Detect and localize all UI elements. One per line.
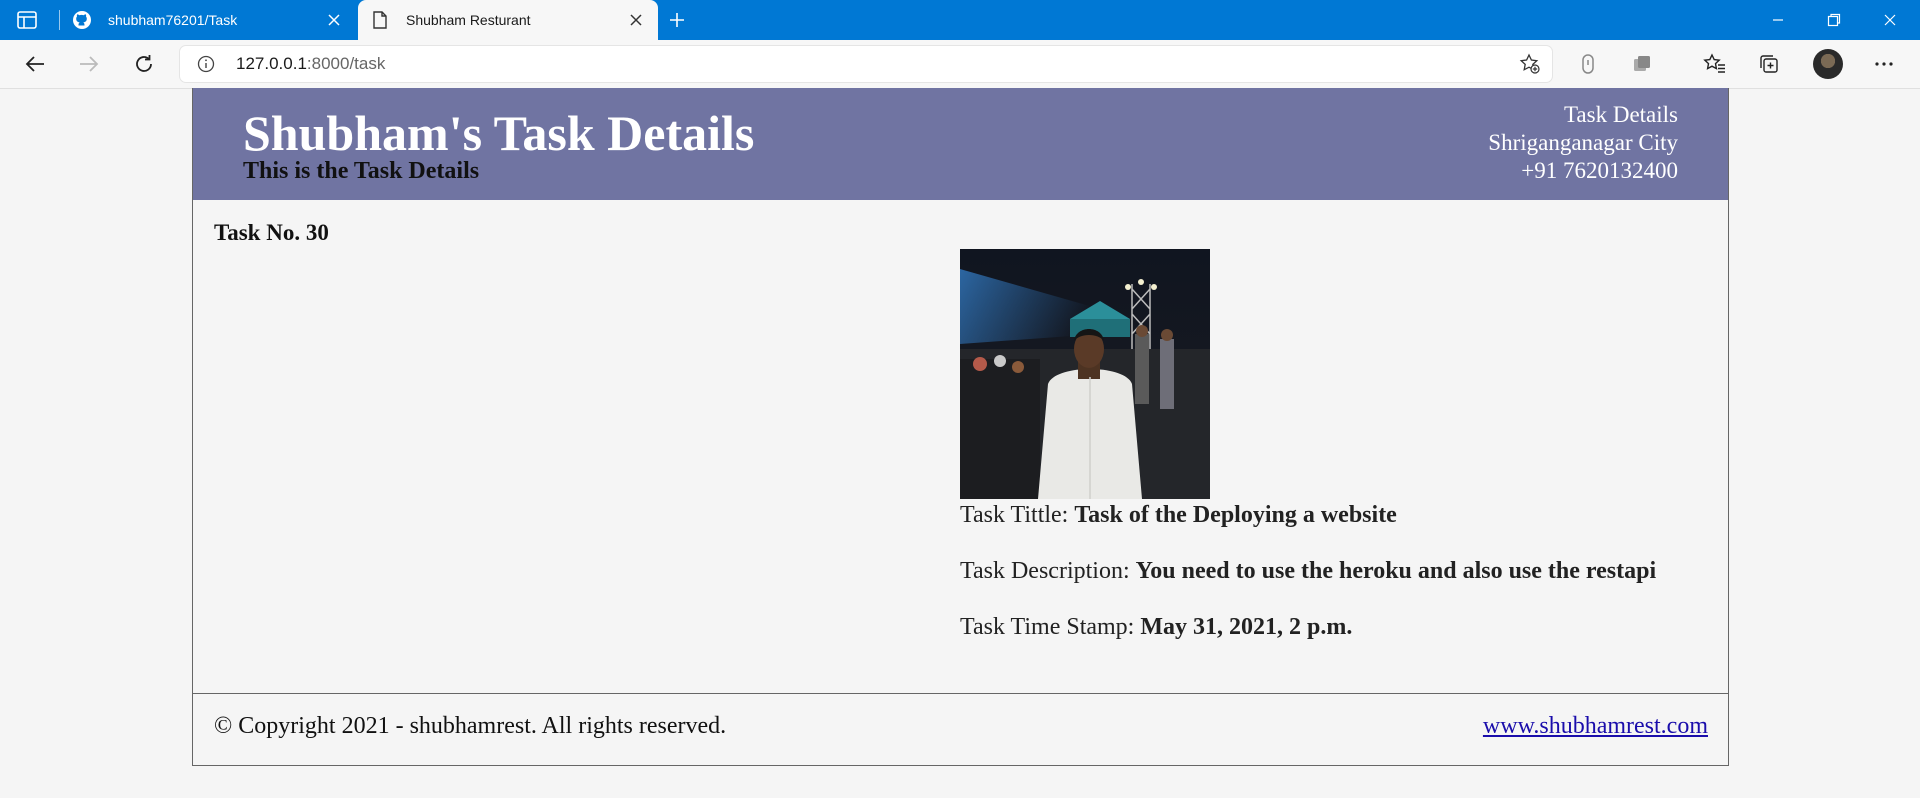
header-line-city: Shriganganagar City (1488, 130, 1678, 155)
header-contact: Task Details Shriganganagar City +91 762… (1488, 101, 1678, 185)
browser-toolbar: 127.0.0.1:8000/task (0, 40, 1920, 116)
task-description-row: Task Description: You need to use the he… (960, 558, 1656, 585)
address-bar[interactable]: 127.0.0.1:8000/task (180, 46, 1552, 82)
page-icon (370, 10, 390, 30)
task-title-row: Task Tittle: Task of the Deploying a web… (960, 502, 1397, 529)
refresh-icon[interactable] (128, 48, 160, 80)
extensions-puzzle-icon[interactable] (1626, 48, 1658, 80)
tab-github[interactable]: shubham76201/Task (60, 0, 356, 40)
task-photo (960, 249, 1210, 499)
url-text[interactable]: 127.0.0.1:8000/task (236, 46, 385, 82)
header-line-phone: +91 7620132400 (1521, 158, 1678, 183)
restore-icon[interactable] (1806, 0, 1862, 40)
footer-divider (193, 693, 1728, 694)
site-title: Shubham's Task Details (243, 105, 755, 161)
site-header: Shubham's Task Details This is the Task … (193, 88, 1728, 200)
task-description-value: You need to use the heroku and also use … (1135, 558, 1657, 584)
task-timestamp-value: May 31, 2021, 2 p.m. (1140, 614, 1353, 640)
url-host: 127.0.0.1 (236, 54, 307, 73)
forward-icon[interactable] (73, 48, 105, 80)
browser-tabbar: shubham76201/Task Shubham Resturant (0, 0, 1920, 40)
site-subtitle: This is the Task Details (243, 158, 480, 184)
tab-actions-icon[interactable] (16, 10, 38, 30)
add-favorite-icon[interactable] (1518, 52, 1542, 76)
task-title-label: Task Tittle: (960, 502, 1069, 528)
close-tab-icon[interactable] (624, 8, 648, 32)
new-tab-icon[interactable] (665, 8, 689, 32)
url-path: :8000/task (306, 54, 386, 73)
tab-label: shubham76201/Task (108, 12, 238, 28)
task-description-label: Task Description: (960, 558, 1130, 584)
header-line-title: Task Details (1563, 102, 1678, 127)
page-container: Shubham's Task Details This is the Task … (192, 88, 1729, 766)
minimize-icon[interactable] (1750, 0, 1806, 40)
task-number: Task No. 30 (214, 220, 329, 245)
tab-label: Shubham Resturant (406, 12, 531, 28)
close-window-icon[interactable] (1862, 0, 1918, 40)
extension-icon[interactable] (1572, 48, 1604, 80)
collections-icon[interactable] (1753, 48, 1785, 80)
close-tab-icon[interactable] (322, 8, 346, 32)
site-info-icon[interactable] (196, 54, 216, 74)
footer-copyright: © Copyright 2021 - shubhamrest. All righ… (214, 713, 727, 739)
task-timestamp-label: Task Time Stamp: (960, 614, 1135, 640)
task-title-value: Task of the Deploying a website (1074, 502, 1397, 528)
more-options-icon[interactable] (1868, 48, 1900, 80)
favorites-icon[interactable] (1699, 48, 1731, 80)
github-icon (72, 10, 92, 30)
profile-avatar[interactable] (1813, 49, 1843, 79)
back-icon[interactable] (19, 48, 51, 80)
task-timestamp-row: Task Time Stamp: May 31, 2021, 2 p.m. (960, 614, 1352, 641)
footer-website-link[interactable]: www.shubhamrest.com (1483, 713, 1708, 740)
tab-shubham-resturant[interactable]: Shubham Resturant (358, 0, 658, 40)
